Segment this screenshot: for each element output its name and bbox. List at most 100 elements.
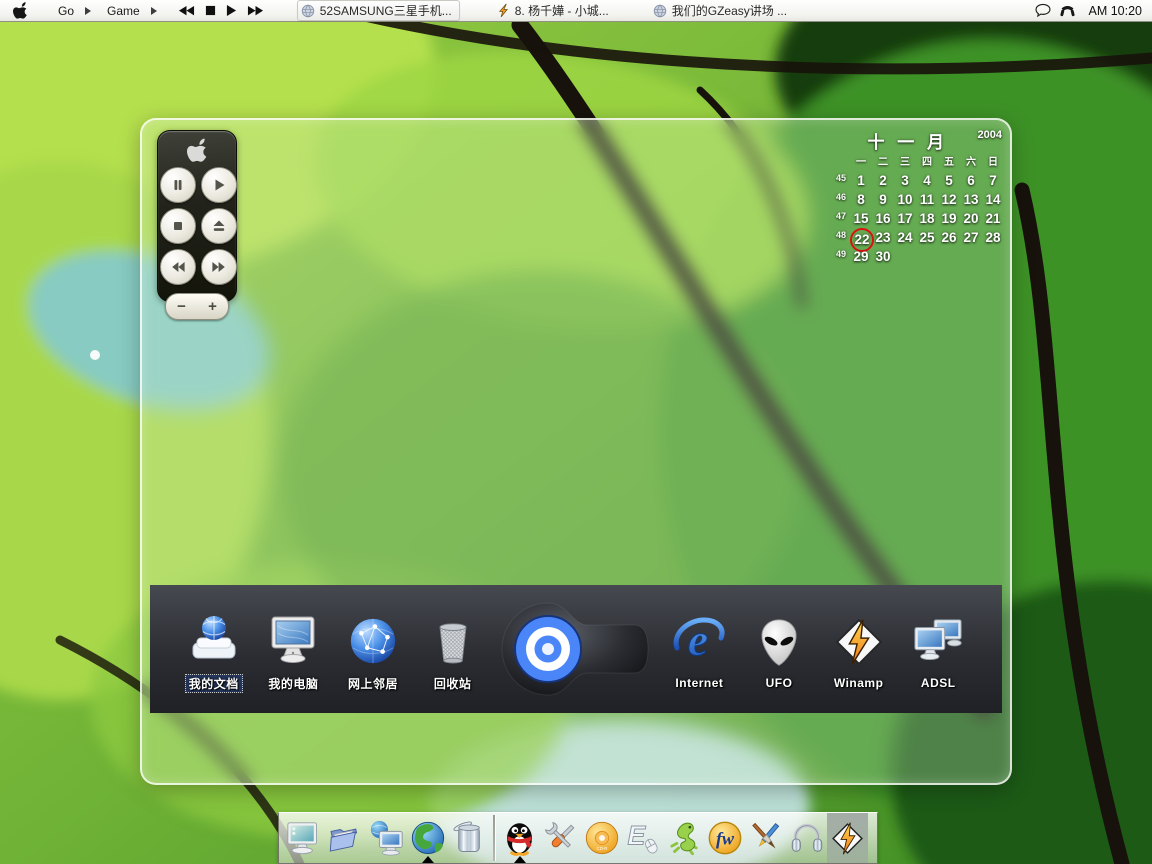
dock-orb-icon [496, 601, 656, 697]
chat-bubble-icon[interactable] [1035, 3, 1051, 17]
launcher-winamp-small[interactable] [827, 813, 868, 863]
bottom-dock: CD-R E fw [278, 812, 878, 864]
tools-icon [542, 819, 580, 857]
calendar-day: 17 [894, 209, 916, 228]
apple-menu[interactable] [13, 1, 28, 19]
desktop: Go Game 52SAMSUNG三星手机... 8. 杨千嬅 - 小城... … [0, 0, 1152, 864]
running-indicator [422, 856, 434, 863]
calendar-day: 15 [850, 209, 872, 228]
calendar-day: 14 [982, 190, 1004, 209]
launcher-computer[interactable] [284, 813, 325, 863]
taskbar-item-label: 52SAMSUNG三星手机... [320, 2, 452, 19]
taskbar-item[interactable]: 8. 杨千嬅 - 小城... [494, 1, 616, 20]
play-icon[interactable] [226, 5, 237, 16]
stop-icon [170, 218, 186, 234]
editor-e-mouse-icon: E [624, 819, 662, 857]
headphones-icon [788, 819, 826, 857]
launcher-tools[interactable] [540, 813, 581, 863]
eject-button[interactable] [201, 208, 237, 244]
desktop-dock: 我的文档 我的电脑 网上邻居 回收站 e Internet UFO Winamp [150, 585, 1002, 713]
dock-item-dock-orb[interactable] [492, 601, 659, 697]
menu-go[interactable]: Go [56, 4, 76, 18]
calendar-day [982, 247, 1004, 266]
dock-item-my-computer[interactable]: 我的电脑 [254, 606, 334, 693]
launcher-earth-globe[interactable] [407, 813, 448, 863]
dock-item-internet-explorer[interactable]: e Internet [660, 607, 740, 691]
ie-globe-icon [301, 4, 315, 18]
dock-item-label: 网上邻居 [344, 674, 402, 693]
calendar-day: 9 [872, 190, 894, 209]
calendar-day: 7 [982, 171, 1004, 190]
calendar-day [894, 247, 916, 266]
stop-icon[interactable] [205, 5, 216, 16]
fast-forward-button[interactable] [201, 249, 237, 285]
calendar-day: 25 [916, 228, 938, 247]
calendar-day: 18 [916, 209, 938, 228]
calendar-day: 10 [894, 190, 916, 209]
dock-item-recycle-bin[interactable]: 回收站 [413, 606, 493, 693]
cd-r-icon: CD-R [583, 819, 621, 857]
fast-forward-icon[interactable] [247, 5, 264, 16]
menu-game[interactable]: Game [105, 4, 142, 18]
running-indicator [514, 856, 526, 863]
volume-down-button[interactable]: − [177, 299, 186, 314]
dock-separator [493, 815, 495, 861]
launcher-fireworks[interactable]: fw [704, 813, 745, 863]
calendar-day: 13 [960, 190, 982, 209]
submenu-arrow-icon [151, 7, 157, 15]
weekday-header: 一 [850, 155, 872, 171]
adsl-icon [911, 607, 965, 669]
launcher-pen-brush[interactable] [745, 813, 786, 863]
week-number: 45 [836, 173, 850, 183]
phone-icon[interactable] [1059, 4, 1076, 18]
weekday-header: 五 [938, 155, 960, 171]
dock-item-my-documents[interactable]: 我的文档 [174, 606, 254, 693]
launcher-cd-r[interactable]: CD-R [581, 813, 622, 863]
launcher-open-folder[interactable] [325, 813, 366, 863]
launcher-qq-penguin[interactable] [499, 813, 540, 863]
glass-panel: − + 十 一 月 2004 一二三四五六日451234567468910111… [140, 118, 1012, 785]
apple-icon [13, 1, 28, 19]
earth-globe-icon [409, 819, 447, 857]
dock-item-adsl[interactable]: ADSL [898, 607, 978, 691]
launcher-network-places[interactable] [366, 813, 407, 863]
calendar-day: 3 [894, 171, 916, 190]
gecko-icon [666, 820, 702, 856]
dock-item-label: UFO [762, 675, 797, 691]
stop-button[interactable] [160, 208, 196, 244]
launcher-editor-e-mouse[interactable]: E [622, 813, 663, 863]
taskbar-item[interactable]: 52SAMSUNG三星手机... [297, 0, 460, 21]
calendar-grid: 一二三四五六日451234567468910111213144715161718… [824, 155, 1004, 266]
dock-item-winamp[interactable]: Winamp [819, 607, 899, 691]
calendar-day: 26 [938, 228, 960, 247]
dock-item-network-neighborhood[interactable]: 网上邻居 [333, 606, 413, 693]
rewind-button[interactable] [160, 249, 196, 285]
launcher-metal-trash[interactable] [448, 813, 489, 863]
taskbar-item-label: 我们的GZeasy讲场 ... [672, 2, 787, 19]
my-documents-icon [186, 606, 242, 668]
dock-item-label: ADSL [917, 675, 960, 691]
svg-text:CD-R: CD-R [596, 846, 607, 851]
calendar-day: 4 [916, 171, 938, 190]
weekday-header: 六 [960, 155, 982, 171]
ufo-alien-icon [753, 607, 805, 669]
media-controls [173, 5, 269, 16]
clock: AM 10:20 [1088, 4, 1142, 18]
dock-item-ufo-alien[interactable]: UFO [739, 607, 819, 691]
weekday-header: 三 [894, 155, 916, 171]
launcher-gecko[interactable] [663, 813, 704, 863]
pause-button[interactable] [160, 167, 196, 203]
calendar-day: 16 [872, 209, 894, 228]
pen-brush-icon [747, 819, 785, 857]
calendar-day: 29 [850, 247, 872, 266]
rewind-icon[interactable] [178, 5, 195, 16]
calendar-day: 21 [982, 209, 1004, 228]
week-number: 48 [836, 230, 850, 240]
calendar-widget: 十 一 月 2004 一二三四五六日4512345674689101112131… [824, 128, 1004, 266]
volume-control: − + [165, 293, 229, 320]
metal-trash-icon [451, 820, 487, 856]
taskbar-item[interactable]: 我们的GZeasy讲场 ... [650, 1, 794, 20]
play-button[interactable] [201, 167, 237, 203]
volume-up-button[interactable]: + [208, 299, 217, 314]
launcher-headphones[interactable] [786, 813, 827, 863]
